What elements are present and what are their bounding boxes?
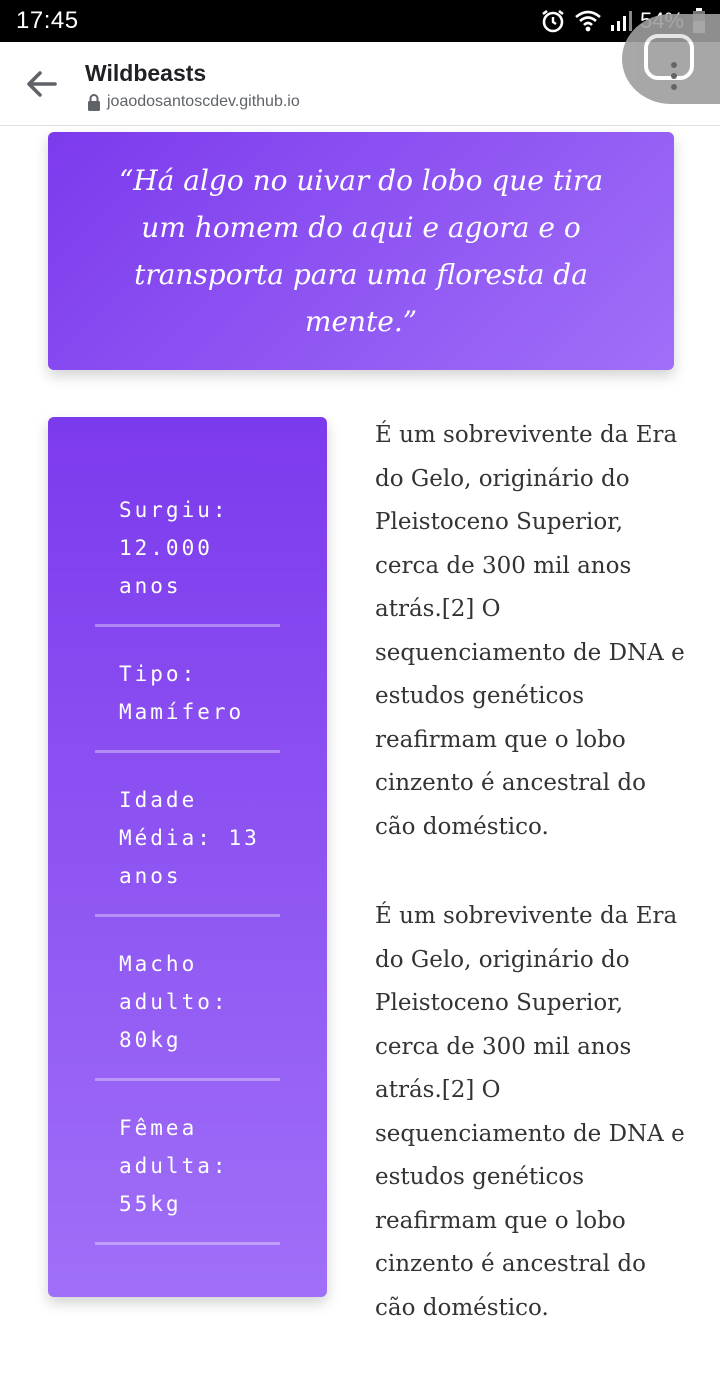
info-divider bbox=[95, 1078, 280, 1081]
lock-icon bbox=[88, 93, 100, 111]
site-url[interactable]: joaodosantoscdev.github.io bbox=[87, 93, 300, 111]
screen-icon bbox=[644, 34, 694, 80]
body-paragraph: É um sobrevivente da Era do Gelo, origin… bbox=[375, 422, 685, 840]
info-divider bbox=[95, 624, 280, 627]
info-divider bbox=[95, 914, 280, 917]
body-paragraph: É um sobrevivente da Era do Gelo, origin… bbox=[375, 903, 685, 1321]
wifi-icon bbox=[574, 9, 602, 33]
back-arrow-icon bbox=[27, 71, 57, 97]
info-item-female-weight: Fêmea adulta: 55kg bbox=[119, 1116, 229, 1216]
info-item-lifespan: Idade Média: 13 anos bbox=[119, 788, 260, 888]
alarm-icon bbox=[540, 8, 566, 34]
info-item-origin: Surgiu: 12.000 anos bbox=[119, 498, 229, 598]
more-dots-icon bbox=[671, 62, 677, 90]
info-item-male-weight: Macho adulto: 80kg bbox=[119, 952, 229, 1052]
body-text-column: É um sobrevivente da Era do Gelo, origin… bbox=[375, 414, 685, 1376]
back-button[interactable] bbox=[22, 66, 62, 102]
info-panel: Surgiu: 12.000 anos Tipo: Mamífero Idade… bbox=[48, 417, 327, 1297]
info-divider bbox=[95, 1242, 280, 1245]
status-bar: 17:45 54% bbox=[0, 0, 720, 42]
signal-icon bbox=[610, 10, 632, 32]
quote-text: “Há algo no uivar do lobo que tira um ho… bbox=[118, 164, 604, 338]
site-url-text: joaodosantoscdev.github.io bbox=[107, 93, 300, 110]
page-title: Wildbeasts bbox=[85, 60, 207, 86]
browser-app-bar: Wildbeasts joaodosantoscdev.github.io bbox=[0, 42, 720, 126]
info-item-type: Tipo: Mamífero bbox=[119, 662, 245, 724]
status-time: 17:45 bbox=[16, 7, 79, 34]
floating-assistant-button[interactable] bbox=[622, 14, 720, 104]
info-divider bbox=[95, 750, 280, 753]
quote-box: “Há algo no uivar do lobo que tira um ho… bbox=[48, 132, 674, 370]
